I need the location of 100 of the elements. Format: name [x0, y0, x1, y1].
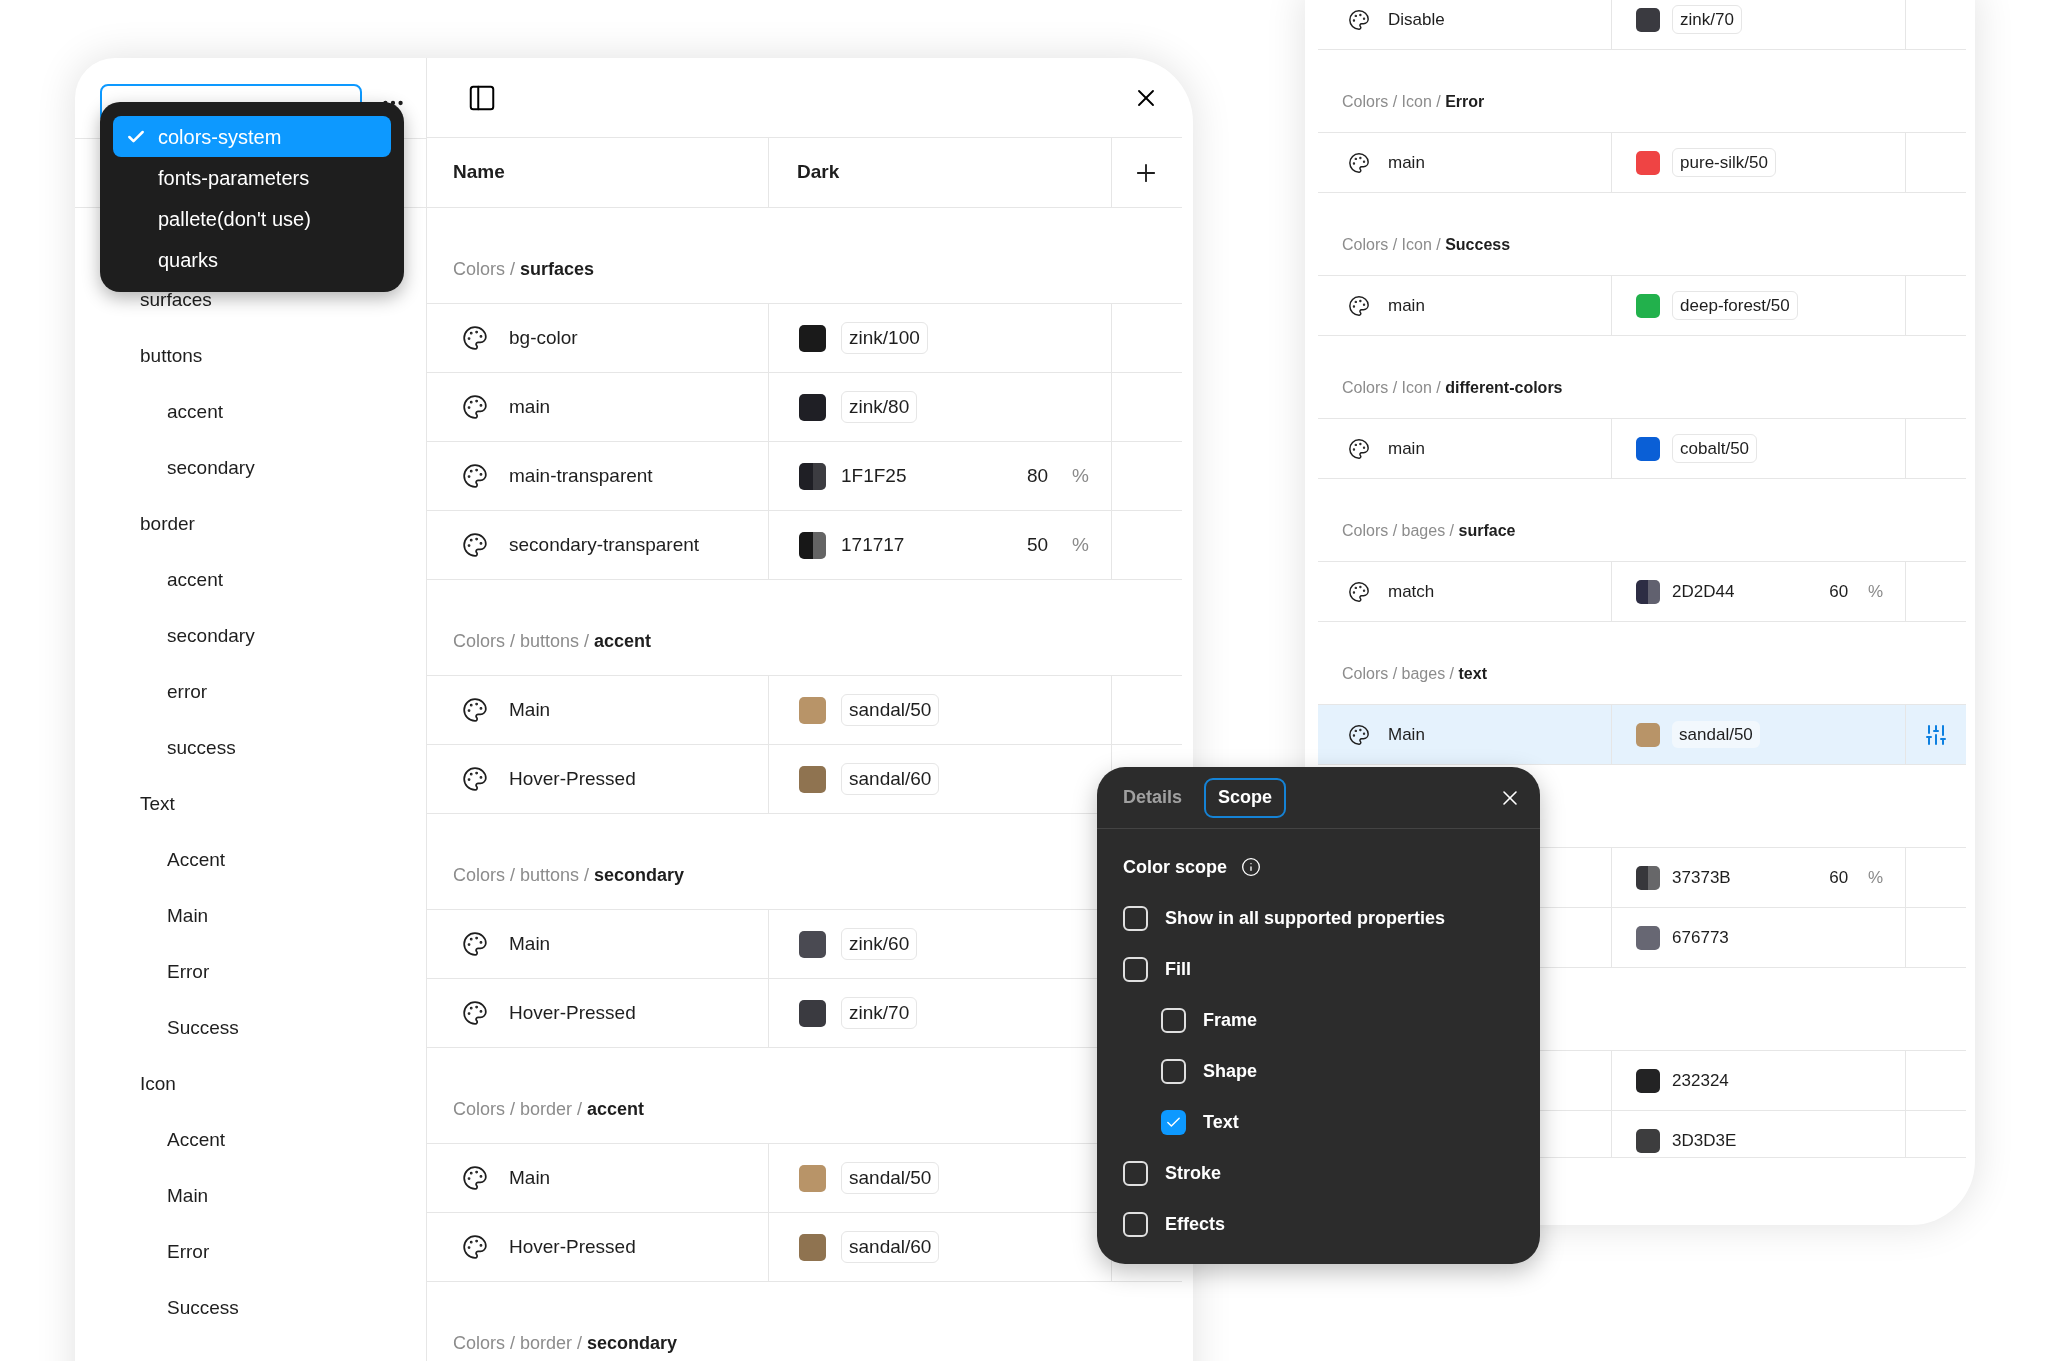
palette-icon: [1348, 151, 1370, 174]
variable-tag[interactable]: zink/100: [841, 321, 928, 355]
variable-name: Hover-Pressed: [509, 1000, 636, 1025]
checkbox[interactable]: [1123, 906, 1148, 931]
hex-value[interactable]: 1F1F25: [841, 461, 907, 491]
variable-tag[interactable]: zink/60: [841, 927, 918, 961]
dropdown-option[interactable]: quarks: [113, 239, 391, 280]
palette-icon: [462, 1234, 488, 1260]
palette-icon: [462, 532, 488, 558]
variable-tag[interactable]: sandal/50: [1672, 720, 1760, 749]
opacity-value[interactable]: 60: [1829, 864, 1849, 891]
sidebar-item[interactable]: error: [75, 664, 426, 720]
palette-icon: [462, 931, 488, 957]
sidebar-item[interactable]: Main: [75, 1168, 426, 1224]
hex-value[interactable]: 37373B: [1672, 864, 1731, 891]
variable-tag[interactable]: sandal/60: [841, 1230, 940, 1264]
group-path: Colors / surfaces: [453, 258, 595, 281]
hex-value[interactable]: 2D2D44: [1672, 578, 1735, 605]
palette-icon: [462, 1000, 488, 1026]
checkbox-label: Stroke: [1165, 1162, 1222, 1185]
hex-value[interactable]: 676773: [1672, 924, 1729, 951]
variable-name: Main: [1388, 723, 1425, 746]
opacity-value[interactable]: 50: [1026, 530, 1049, 560]
hex-value[interactable]: 171717: [841, 530, 905, 560]
checkbox[interactable]: [1161, 1059, 1186, 1084]
checkbox-label: Frame: [1203, 1009, 1258, 1032]
percent-unit: %: [1072, 463, 1089, 488]
variable-name: main: [1388, 294, 1425, 317]
popup-tab[interactable]: Scope: [1204, 777, 1287, 818]
hex-value[interactable]: 232324: [1672, 1067, 1729, 1094]
variable-tag[interactable]: sandal/60: [841, 762, 940, 796]
variable-name: bg-color: [509, 325, 578, 350]
sidebar-item[interactable]: Success: [75, 1000, 426, 1056]
palette-icon: [1348, 580, 1370, 603]
group-path: Colors / border / secondary: [453, 1332, 678, 1355]
sidebar-item[interactable]: border: [75, 496, 426, 552]
palette-icon: [462, 1165, 488, 1191]
palette-icon: [462, 394, 488, 420]
checkbox[interactable]: [1161, 1110, 1186, 1135]
checkbox[interactable]: [1161, 1008, 1186, 1033]
variable-name: Hover-Pressed: [509, 766, 636, 791]
palette-icon: [462, 463, 488, 489]
group-path: Colors / buttons / accent: [453, 630, 652, 653]
color-swatch: [1636, 865, 1661, 890]
variable-name: match: [1388, 580, 1435, 603]
sidebar-item[interactable]: accent: [75, 552, 426, 608]
checkbox[interactable]: [1123, 957, 1148, 982]
variable-tag[interactable]: pure-silk/50: [1672, 147, 1776, 178]
group-path: Colors / Icon / Error: [1342, 92, 1485, 112]
sidebar-item[interactable]: Success: [75, 1280, 426, 1336]
sidebar-item[interactable]: Text: [75, 776, 426, 832]
dropdown-option[interactable]: pallete(don't use): [113, 198, 391, 239]
sidebar-item[interactable]: success: [75, 720, 426, 776]
variable-name: Main: [509, 931, 551, 956]
variable-tag[interactable]: zink/70: [841, 996, 918, 1030]
opacity-value[interactable]: 60: [1829, 578, 1849, 605]
palette-icon: [1348, 437, 1370, 460]
dropdown-option[interactable]: fonts-parameters: [113, 157, 391, 198]
sidebar-item[interactable]: Icon: [75, 1056, 426, 1112]
checkbox-label: Fill: [1165, 958, 1191, 981]
percent-unit: %: [1868, 866, 1884, 889]
checkbox[interactable]: [1123, 1212, 1148, 1237]
variable-tag[interactable]: zink/70: [1672, 4, 1742, 35]
variable-tag[interactable]: cobalt/50: [1672, 433, 1758, 464]
variable-name: main-transparent: [509, 463, 653, 488]
sidebar-item[interactable]: Accent: [75, 832, 426, 888]
group-path: Colors / border / accent: [453, 1098, 645, 1121]
info-icon[interactable]: [1241, 857, 1262, 877]
opacity-value[interactable]: 80: [1026, 461, 1049, 491]
sidebar-item[interactable]: buttons: [75, 328, 426, 384]
hex-value[interactable]: 3D3D3E: [1672, 1127, 1737, 1154]
variable-tag[interactable]: sandal/50: [841, 1161, 940, 1195]
variable-name: main: [1388, 151, 1425, 174]
checkbox-label: Shape: [1203, 1060, 1258, 1083]
sidebar-item[interactable]: Error: [75, 1224, 426, 1280]
palette-icon: [1348, 8, 1370, 31]
sliders-icon[interactable]: [1924, 722, 1949, 747]
variable-name: secondary-transparent: [509, 532, 700, 557]
percent-unit: %: [1868, 580, 1884, 603]
column-header: Name: [453, 160, 505, 185]
variable-tag[interactable]: zink/80: [841, 390, 918, 424]
variable-tag[interactable]: deep-forest/50: [1672, 290, 1798, 321]
checkbox[interactable]: [1123, 1161, 1148, 1186]
sidebar-item[interactable]: Error: [75, 944, 426, 1000]
popup-tab[interactable]: Details: [1111, 777, 1195, 818]
color-swatch: [1636, 579, 1661, 604]
variable-name: Disable: [1388, 8, 1445, 31]
sidebar-item[interactable]: Main: [75, 888, 426, 944]
variable-tag[interactable]: sandal/50: [841, 693, 940, 727]
palette-icon: [1348, 723, 1370, 746]
group-path: Colors / Icon / Success: [1342, 235, 1511, 255]
sidebar-item[interactable]: accent: [75, 384, 426, 440]
color-swatch: [799, 531, 826, 559]
sidebar-item[interactable]: secondary: [75, 608, 426, 664]
variable-name: Main: [509, 1165, 551, 1190]
sidebar-item[interactable]: secondary: [75, 440, 426, 496]
group-path: Colors / bages / text: [1342, 664, 1487, 684]
sidebar-item[interactable]: Accent: [75, 1112, 426, 1168]
group-path: Colors / buttons / secondary: [453, 864, 685, 887]
selected-row[interactable]: Main sandal/50: [1318, 705, 1966, 765]
